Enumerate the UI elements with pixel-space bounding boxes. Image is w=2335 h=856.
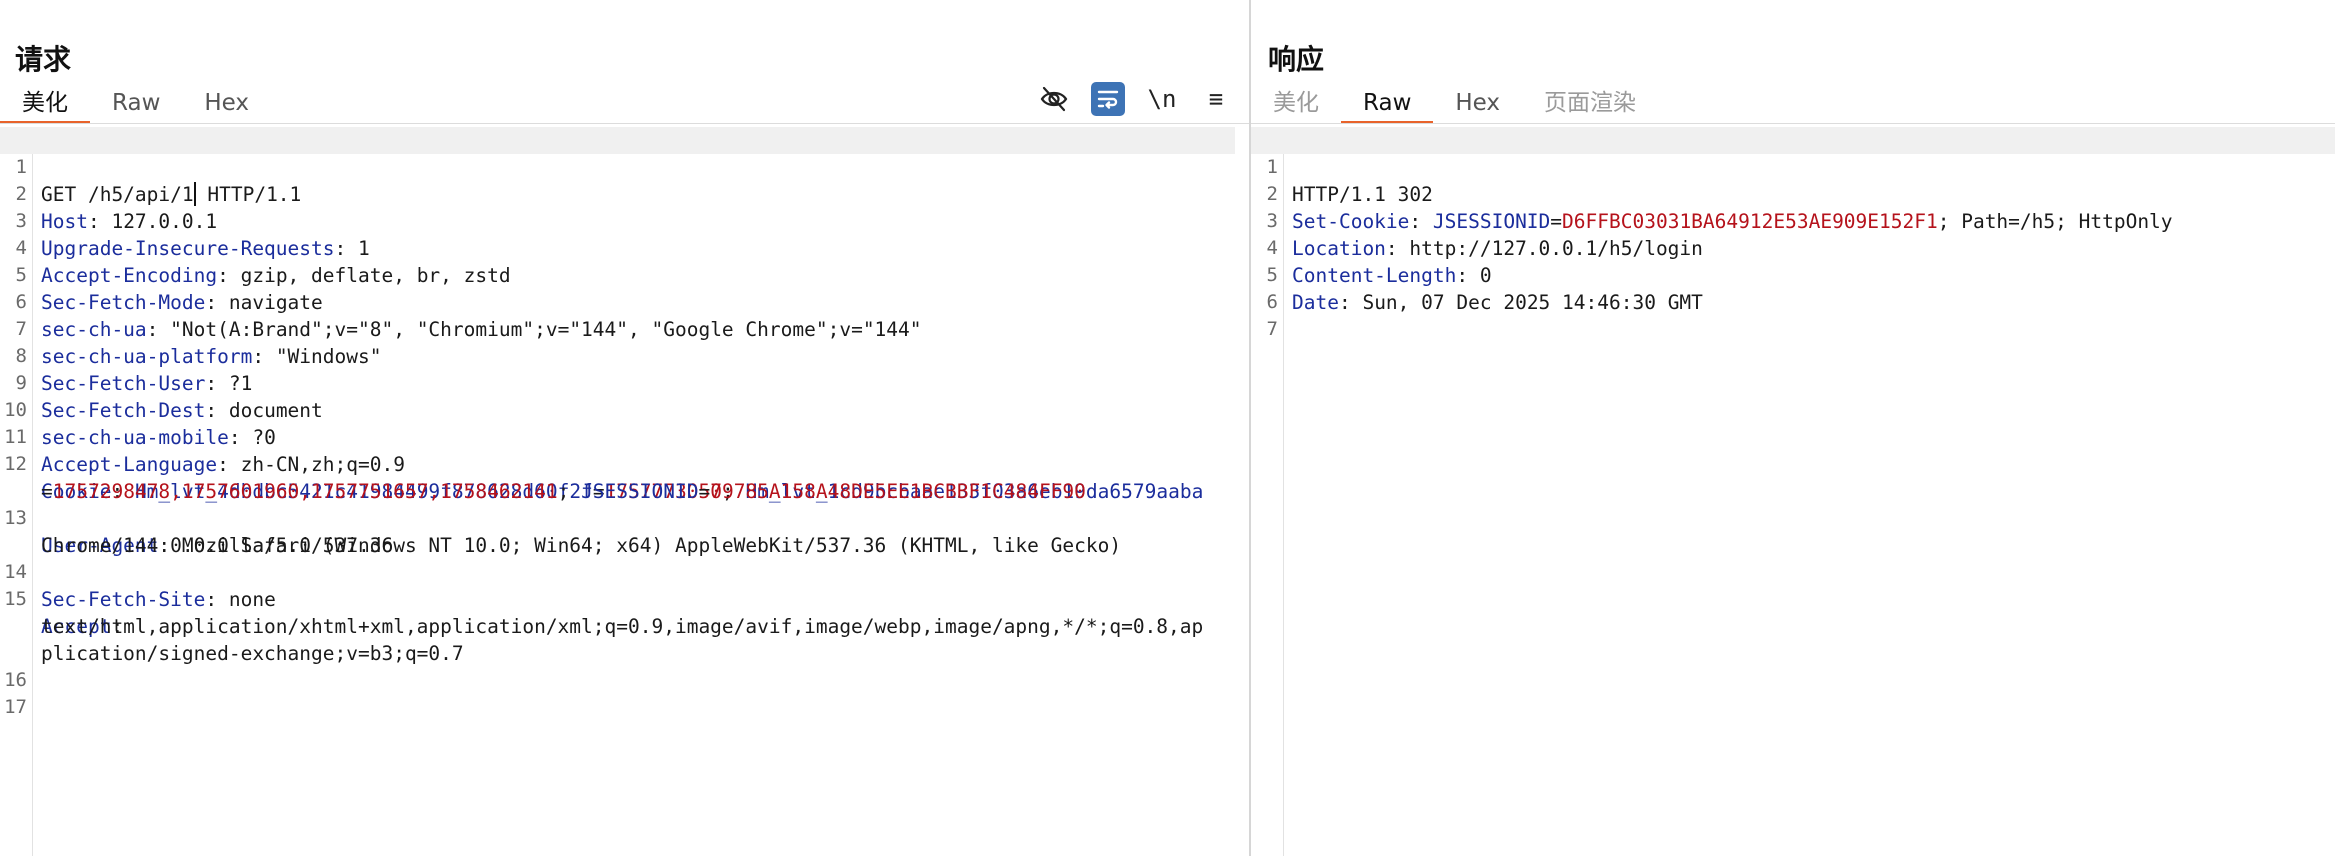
request-line: 13 User-Agent: Mozilla/5.0 (Windows NT 1… bbox=[0, 478, 1249, 557]
request-tab-hex[interactable]: Hex bbox=[182, 84, 271, 122]
response-tab-raw[interactable]: Raw bbox=[1341, 84, 1434, 124]
request-editor[interactable]: 1 GET /h5/api/1 HTTP/1.1 2 Host: 127.0.0… bbox=[0, 127, 1249, 856]
response-line: 6 bbox=[1251, 262, 2335, 313]
response-editor[interactable]: 1 HTTP/1.1 302 2 Set-Cookie: JSESSIONID=… bbox=[1251, 127, 2335, 856]
request-tab-divider bbox=[0, 123, 1249, 124]
response-title: 响应 bbox=[1268, 43, 1325, 76]
request-line: 8 Sec-Fetch-User: ?1 bbox=[0, 316, 1249, 395]
response-line: 1 HTTP/1.1 302 bbox=[1251, 127, 2335, 206]
response-tab-divider bbox=[1251, 123, 2335, 124]
request-line: 2 Host: 127.0.0.1 bbox=[0, 154, 1249, 233]
request-line: 17 bbox=[0, 667, 1249, 718]
response-pane: 响应 美化 Raw Hex 页面渲染 1 HTTP/1.1 302 2 Set-… bbox=[1251, 0, 2335, 856]
request-line: 16 bbox=[0, 640, 1249, 691]
request-tab-pretty[interactable]: 美化 bbox=[0, 84, 90, 124]
wrap-lines-icon[interactable] bbox=[1091, 82, 1125, 116]
request-line: 15 Accept: bbox=[0, 559, 1249, 638]
request-line: 1 GET /h5/api/1 HTTP/1.1 bbox=[0, 127, 1235, 206]
request-line-wrap: text/html,application/xhtml+xml,applicat… bbox=[0, 586, 1249, 638]
response-line: 5 Date: Sun, 07 Dec 2025 14:46:30 GMT bbox=[1251, 235, 2335, 314]
request-line: 5 Sec-Fetch-Mode: navigate bbox=[0, 235, 1249, 314]
response-line: 7 bbox=[1251, 289, 2335, 340]
request-line: 3 Upgrade-Insecure-Requests: 1 bbox=[0, 181, 1249, 260]
response-tabs: 美化 Raw Hex 页面渲染 bbox=[1251, 84, 1658, 124]
menu-icon[interactable]: ≡ bbox=[1199, 82, 1233, 116]
response-tab-pretty[interactable]: 美化 bbox=[1251, 84, 1341, 122]
request-line: 14 Sec-Fetch-Site: none bbox=[0, 532, 1249, 611]
request-line-cookie: 12 Cookie: Hm_lvt_4dbdbc5421c41984499f87… bbox=[0, 424, 1249, 503]
request-line: 4 Accept-Encoding: gzip, deflate, br, zs… bbox=[0, 208, 1249, 287]
response-line: 4 Content-Length: 0 bbox=[1251, 208, 2335, 287]
line-number: 7 bbox=[1266, 318, 1278, 340]
request-tab-raw[interactable]: Raw bbox=[90, 84, 182, 122]
request-line-wrap: Chrome/144.0.0.0 Safari/537.36 bbox=[0, 505, 1249, 557]
request-pane: 请求 美化 Raw Hex \n ≡ 1 GET /h5/api/1 HTTP/… bbox=[0, 0, 1249, 856]
request-toolbar: \n ≡ bbox=[1037, 82, 1233, 116]
request-line: 10 sec-ch-ua-mobile: ?0 bbox=[0, 370, 1249, 449]
request-line: 11 Accept-Language: zh-CN,zh;q=0.9 bbox=[0, 397, 1249, 476]
response-line: 3 Location: http://127.0.0.1/h5/login bbox=[1251, 181, 2335, 260]
response-line: 2 Set-Cookie: JSESSIONID=D6FFBC03031BA64… bbox=[1251, 154, 2335, 233]
request-line: 6 sec-ch-ua: "Not(A:Brand";v="8", "Chrom… bbox=[0, 262, 1249, 341]
newline-toggle-icon[interactable]: \n bbox=[1145, 82, 1179, 116]
hide-non-printable-icon[interactable] bbox=[1037, 82, 1071, 116]
request-line: 9 Sec-Fetch-Dest: document bbox=[0, 343, 1249, 422]
response-tab-render[interactable]: 页面渲染 bbox=[1522, 84, 1658, 122]
line-number: 17 bbox=[4, 696, 27, 718]
request-title: 请求 bbox=[15, 43, 72, 76]
request-line-wrap: plication/signed-exchange;v=b3;q=0.7 bbox=[0, 613, 1249, 665]
response-tab-hex[interactable]: Hex bbox=[1433, 84, 1522, 122]
request-line-cookie-wrap: =1757298478,1757601960,1757751657,175846… bbox=[41, 480, 1086, 503]
request-line: 7 sec-ch-ua-platform: "Windows" bbox=[0, 289, 1249, 368]
request-tabs: 美化 Raw Hex bbox=[0, 84, 271, 124]
